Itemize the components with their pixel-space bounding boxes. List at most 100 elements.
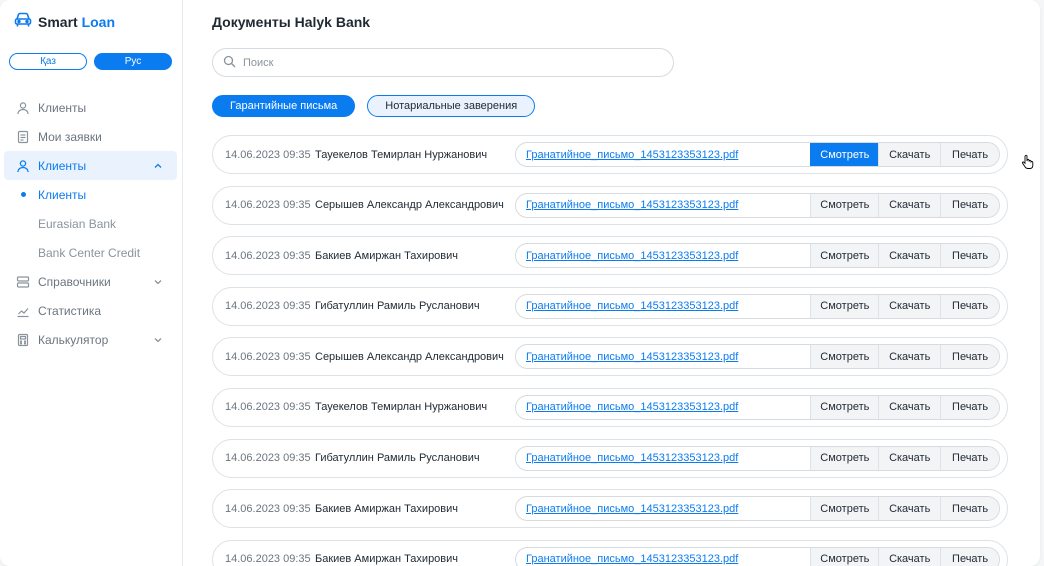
- car-icon: [14, 12, 32, 31]
- view-button[interactable]: Смотреть: [810, 395, 879, 419]
- sidebar-item-label: Мои заявки: [38, 129, 102, 144]
- view-button[interactable]: Смотреть: [810, 143, 879, 166]
- sidebar-item-label: Справочники: [38, 274, 111, 289]
- page-title: Документы Halyk Bank: [212, 14, 371, 30]
- lang-rus-button[interactable]: Рус: [94, 53, 172, 70]
- sidebar-item-clients[interactable]: Клиенты: [4, 93, 177, 122]
- client-name: Гибатуллин Рамиль Русланович: [315, 300, 480, 313]
- document-date: 14.06.2023 09:35: [225, 553, 311, 566]
- view-button[interactable]: Смотреть: [810, 193, 879, 217]
- document-date: 14.06.2023 09:35: [225, 350, 311, 363]
- sidebar-item-label: Клиенты: [38, 158, 87, 173]
- sidebar-item-statistics[interactable]: Статистика: [4, 296, 177, 325]
- download-button[interactable]: Скачать: [878, 143, 941, 166]
- chevron-down-icon[interactable]: [153, 276, 163, 286]
- sidebar-item-directories[interactable]: Справочники: [4, 267, 177, 296]
- file-link[interactable]: Гранатийное_письмо_1453123353123.pdf: [526, 149, 810, 161]
- document-row: 14.06.2023 09:35 Гибатуллин Рамиль Русла…: [212, 438, 1008, 478]
- document-row: 14.06.2023 09:35 Серышев Александр Алекс…: [212, 337, 1008, 377]
- file-link[interactable]: Гранатийное_письмо_1453123353123.pdf: [526, 503, 810, 515]
- print-button[interactable]: Печать: [940, 547, 999, 566]
- language-switch: Қаз Рус: [9, 53, 172, 70]
- file-actions: Гранатийное_письмо_1453123353123.pdf Смо…: [515, 344, 1000, 370]
- sidebar-item-label: Калькулятор: [38, 332, 109, 347]
- document-row: 14.06.2023 09:35 Тауекелов Темирлан Нурж…: [212, 387, 1008, 427]
- print-button[interactable]: Печать: [940, 395, 999, 419]
- view-button[interactable]: Смотреть: [810, 244, 879, 268]
- print-button[interactable]: Печать: [940, 193, 999, 217]
- download-button[interactable]: Скачать: [878, 446, 941, 470]
- document-date: 14.06.2023 09:35: [225, 199, 311, 212]
- view-button[interactable]: Смотреть: [810, 547, 879, 566]
- file-actions: Гранатийное_письмо_1453123353123.pdf Смо…: [515, 243, 1000, 269]
- print-button[interactable]: Печать: [940, 497, 999, 521]
- chevron-up-icon[interactable]: [153, 160, 163, 170]
- document-row: 14.06.2023 09:35 Бакиев Амиржан Тахирови…: [212, 236, 1008, 276]
- file-actions: Гранатийное_письмо_1453123353123.pdf Смо…: [515, 192, 1000, 218]
- search-input[interactable]: [243, 56, 643, 69]
- document-icon: [16, 130, 30, 144]
- view-button[interactable]: Смотреть: [810, 497, 879, 521]
- download-button[interactable]: Скачать: [878, 497, 941, 521]
- document-row: 14.06.2023 09:35 Бакиев Амиржан Тахирови…: [212, 489, 1008, 529]
- sidebar-subitem-eurasian-bank[interactable]: Eurasian Bank: [4, 209, 177, 238]
- sidebar-subitem-bank-center-credit[interactable]: Bank Center Credit: [4, 238, 177, 267]
- document-tabs: Гарантийные письма Нотариальные заверени…: [212, 95, 536, 117]
- documents-list: 14.06.2023 09:35 Тауекелов Темирлан Нурж…: [212, 135, 1008, 566]
- download-button[interactable]: Скачать: [878, 547, 941, 566]
- client-name: Тауекелов Темирлан Нуржанович: [315, 401, 488, 414]
- file-link[interactable]: Гранатийное_письмо_1453123353123.pdf: [526, 199, 810, 211]
- print-button[interactable]: Печать: [940, 446, 999, 470]
- file-link[interactable]: Гранатийное_письмо_1453123353123.pdf: [526, 250, 810, 262]
- document-date: 14.06.2023 09:35: [225, 401, 311, 414]
- download-button[interactable]: Скачать: [878, 193, 941, 217]
- main-content: Документы Halyk Bank Гарантийные письма …: [183, 0, 1040, 566]
- print-button[interactable]: Печать: [940, 244, 999, 268]
- logo-accent: Loan: [81, 13, 116, 30]
- logo-text: Smart Loan: [38, 14, 115, 30]
- tab-guarantee-letters[interactable]: Гарантийные письма: [212, 95, 356, 117]
- sidebar-subitem-clients[interactable]: Клиенты: [4, 180, 177, 209]
- logo-prefix: Smart: [38, 13, 78, 30]
- logo[interactable]: Smart Loan: [14, 12, 115, 31]
- view-button[interactable]: Смотреть: [810, 446, 879, 470]
- file-actions: Гранатийное_письмо_1453123353123.pdf Смо…: [515, 142, 1000, 167]
- print-button[interactable]: Печать: [940, 143, 999, 166]
- file-link[interactable]: Гранатийное_письмо_1453123353123.pdf: [526, 452, 810, 464]
- sidebar-item-my-requests[interactable]: Мои заявки: [4, 122, 177, 151]
- file-actions: Гранатийное_письмо_1453123353123.pdf Смо…: [515, 293, 1000, 319]
- print-button[interactable]: Печать: [940, 345, 999, 369]
- file-link[interactable]: Гранатийное_письмо_1453123353123.pdf: [526, 351, 810, 363]
- view-button[interactable]: Смотреть: [810, 294, 879, 318]
- download-button[interactable]: Скачать: [878, 395, 941, 419]
- document-row: 14.06.2023 09:35 Тауекелов Темирлан Нурж…: [212, 135, 1008, 174]
- view-button[interactable]: Смотреть: [810, 345, 879, 369]
- document-row: 14.06.2023 09:35 Бакиев Амиржан Тахирови…: [212, 539, 1008, 566]
- sidebar-subitem-label: Eurasian Bank: [38, 216, 117, 231]
- file-link[interactable]: Гранатийное_письмо_1453123353123.pdf: [526, 401, 810, 413]
- file-link[interactable]: Гранатийное_письмо_1453123353123.pdf: [526, 553, 810, 565]
- client-name: Бакиев Амиржан Тахирович: [315, 553, 459, 566]
- search-box[interactable]: [212, 48, 674, 77]
- client-name: Бакиев Амиржан Тахирович: [315, 249, 459, 262]
- lang-kaz-button[interactable]: Қаз: [9, 53, 87, 70]
- chevron-down-icon[interactable]: [153, 334, 163, 344]
- list-icon: [16, 275, 30, 289]
- download-button[interactable]: Скачать: [878, 244, 941, 268]
- download-button[interactable]: Скачать: [878, 294, 941, 318]
- client-name: Тауекелов Темирлан Нуржанович: [315, 148, 488, 161]
- document-date: 14.06.2023 09:35: [225, 502, 311, 515]
- file-actions: Гранатийное_письмо_1453123353123.pdf Смо…: [515, 496, 1000, 522]
- user-icon: [16, 159, 30, 173]
- download-button[interactable]: Скачать: [878, 345, 941, 369]
- file-actions: Гранатийное_письмо_1453123353123.pdf Смо…: [515, 394, 1000, 420]
- sidebar-item-label: Статистика: [38, 303, 102, 318]
- document-row: 14.06.2023 09:35 Серышев Александр Алекс…: [212, 185, 1008, 225]
- hand-cursor-icon: [1021, 154, 1035, 170]
- print-button[interactable]: Печать: [940, 294, 999, 318]
- file-link[interactable]: Гранатийное_письмо_1453123353123.pdf: [526, 300, 810, 312]
- document-date: 14.06.2023 09:35: [225, 300, 311, 313]
- sidebar-item-calculator[interactable]: Калькулятор: [4, 325, 177, 354]
- tab-notarial-certifications[interactable]: Нотариальные заверения: [367, 95, 536, 117]
- sidebar-item-clients-group[interactable]: Клиенты: [4, 151, 177, 180]
